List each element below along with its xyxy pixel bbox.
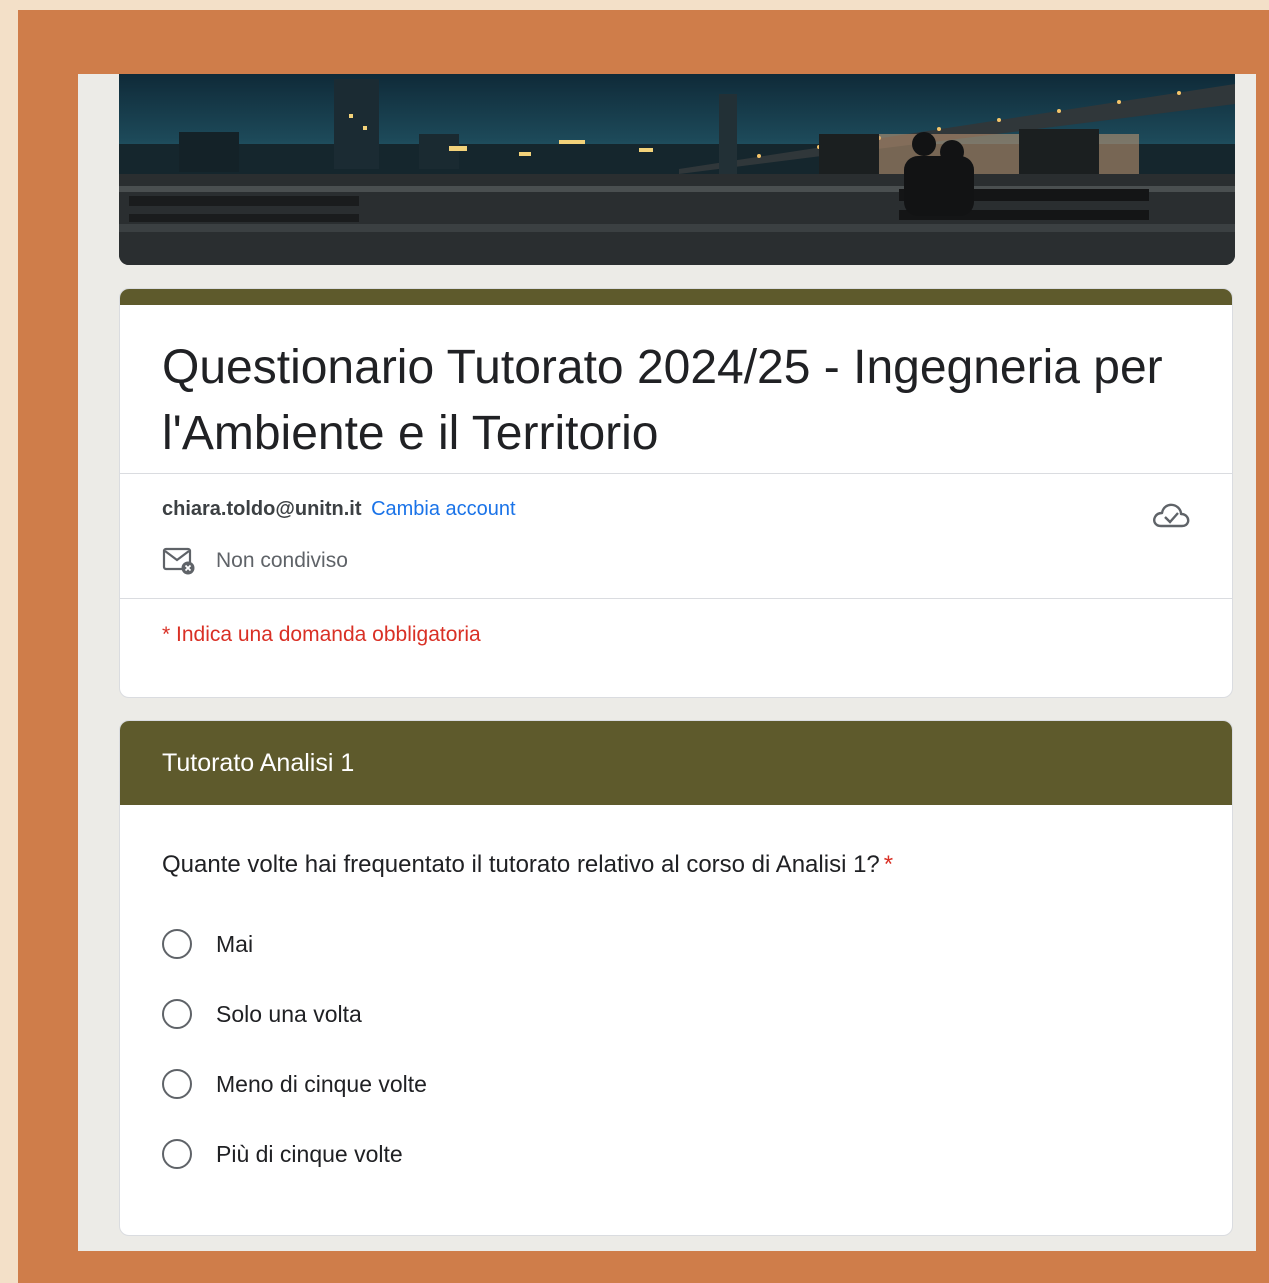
radio-option-meno-di-cinque-volte[interactable]: Meno di cinque volte	[162, 1049, 1190, 1119]
question-text: Quante volte hai frequentato il tutorato…	[162, 851, 880, 878]
share-status-label: Non condiviso	[216, 549, 348, 572]
option-label: Mai	[216, 930, 254, 957]
account-info: chiara.toldo@unitn.it Cambia account Non…	[120, 474, 1232, 598]
required-note: * Indica una domanda obbligatoria	[162, 623, 481, 646]
form-page: Questionario Tutorato 2024/25 - Ingegner…	[78, 74, 1256, 1251]
radio-button[interactable]	[162, 1069, 192, 1099]
share-status: Non condiviso	[162, 546, 348, 576]
radio-button[interactable]	[162, 999, 192, 1029]
question-title: Quante volte hai frequentato il tutorato…	[120, 805, 1232, 879]
radio-option-piu-di-cinque-volte[interactable]: Più di cinque volte	[162, 1119, 1190, 1189]
radio-option-mai[interactable]: Mai	[162, 909, 1190, 979]
theme-color-bar	[120, 289, 1232, 305]
section-title: Tutorato Analisi 1	[120, 721, 1232, 805]
option-label: Meno di cinque volte	[216, 1070, 427, 1097]
radio-option-solo-una-volta[interactable]: Solo una volta	[162, 979, 1190, 1049]
radio-group: Mai Solo una volta Meno di cinque volte …	[120, 879, 1232, 1189]
option-label: Solo una volta	[216, 1000, 362, 1027]
photo-frame: Questionario Tutorato 2024/25 - Ingegner…	[18, 10, 1269, 1283]
required-asterisk: *	[883, 851, 894, 878]
radio-button[interactable]	[162, 929, 192, 959]
mail-off-icon	[162, 547, 195, 575]
switch-account-link[interactable]: Cambia account	[371, 498, 516, 520]
section-card: Tutorato Analisi 1 Quante volte hai freq…	[119, 720, 1233, 1236]
cloud-check-icon[interactable]	[1150, 498, 1192, 532]
option-label: Più di cinque volte	[216, 1140, 403, 1167]
account-email: chiara.toldo@unitn.it	[162, 498, 362, 520]
header-banner-image	[119, 74, 1235, 265]
radio-button[interactable]	[162, 1139, 192, 1169]
form-header-card: Questionario Tutorato 2024/25 - Ingegner…	[119, 288, 1233, 698]
form-title: Questionario Tutorato 2024/25 - Ingegner…	[162, 341, 1163, 460]
account-line: chiara.toldo@unitn.it Cambia account	[162, 498, 516, 521]
